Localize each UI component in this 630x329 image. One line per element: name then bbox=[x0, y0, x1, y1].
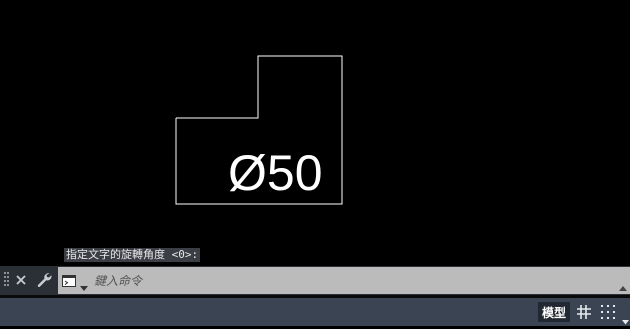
chevron-down-icon[interactable] bbox=[622, 310, 629, 325]
grid-icon[interactable] bbox=[576, 304, 592, 320]
snap-icon[interactable] bbox=[600, 304, 616, 320]
command-prompt-tooltip: 指定文字的旋轉角度 <0>: bbox=[64, 248, 201, 262]
wrench-icon[interactable] bbox=[35, 271, 53, 289]
model-space-button[interactable]: 模型 bbox=[538, 302, 570, 322]
drag-handle-icon[interactable] bbox=[4, 271, 10, 289]
command-line-bar bbox=[0, 266, 630, 295]
command-prompt-icon[interactable] bbox=[62, 273, 76, 287]
diameter-dimension-text: Ø50 bbox=[228, 145, 323, 201]
chevron-up-icon[interactable] bbox=[619, 276, 627, 291]
command-input[interactable] bbox=[94, 271, 614, 290]
status-bar: 模型 bbox=[0, 298, 630, 326]
close-icon[interactable] bbox=[12, 271, 30, 289]
command-input-box[interactable] bbox=[58, 267, 630, 294]
chevron-down-icon[interactable] bbox=[80, 277, 88, 291]
drawing-canvas[interactable]: Ø50 bbox=[0, 0, 630, 266]
